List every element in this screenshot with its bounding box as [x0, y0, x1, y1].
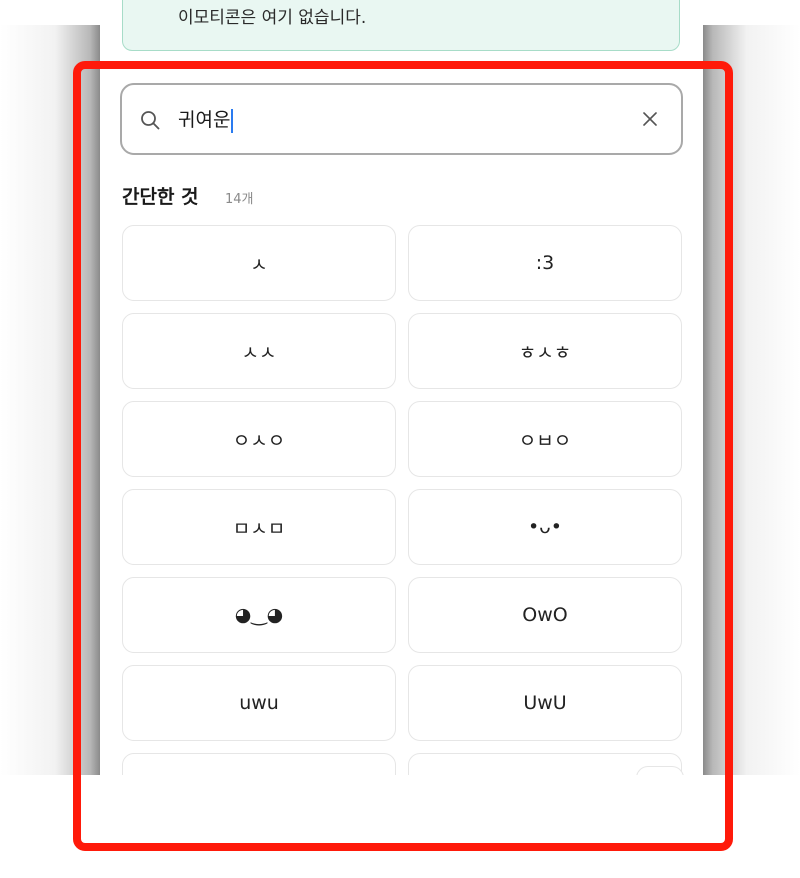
notice-banner: 이모티콘은 여기 없습니다. — [122, 0, 680, 51]
highlight-box — [73, 61, 733, 851]
notice-text: 이모티콘은 여기 없습니다. — [178, 8, 367, 28]
